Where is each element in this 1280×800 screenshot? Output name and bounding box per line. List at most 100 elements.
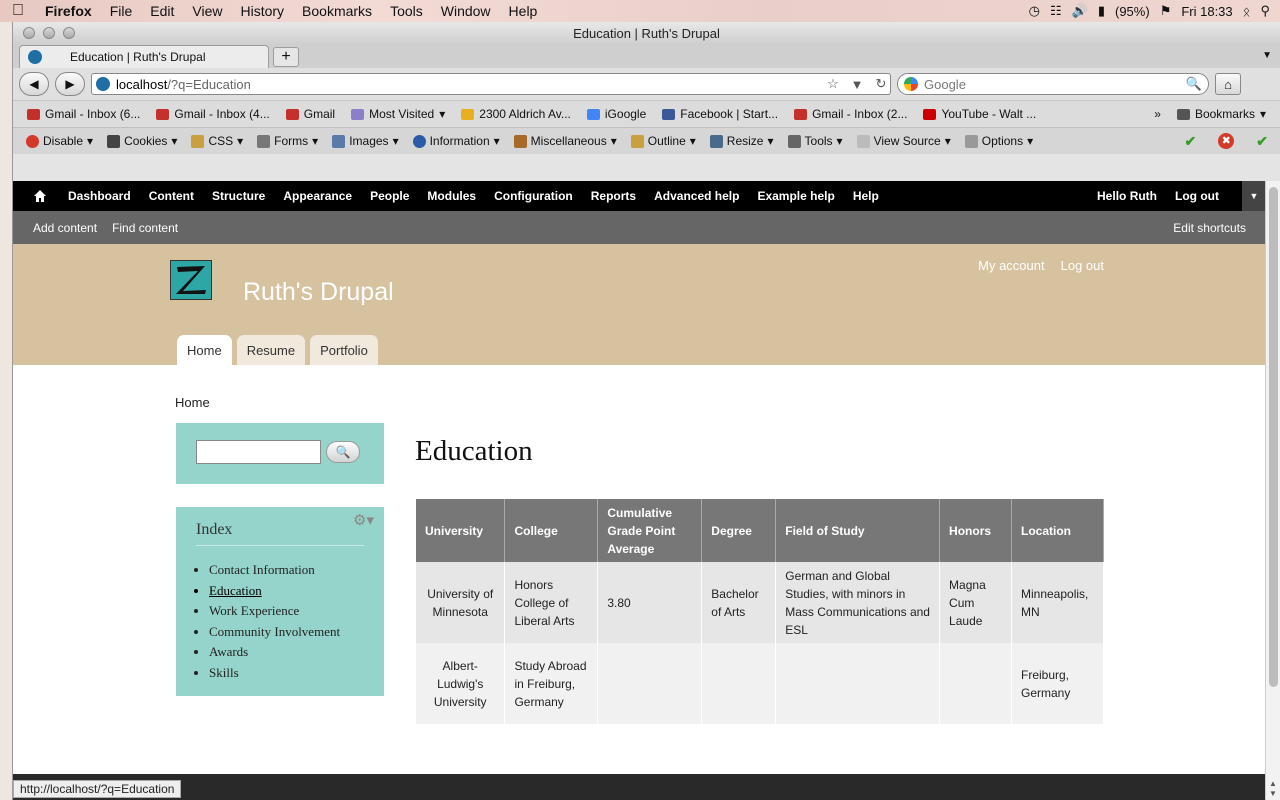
menu-bookmarks[interactable]: Bookmarks (293, 3, 381, 19)
admin-dashboard[interactable]: Dashboard (59, 189, 140, 203)
dev-tools[interactable]: Tools ▾ (781, 134, 850, 148)
back-button[interactable]: ◀ (19, 72, 49, 96)
dev-forms[interactable]: Forms ▾ (250, 134, 325, 148)
admin-configuration[interactable]: Configuration (485, 189, 582, 203)
bookmark-gmail-2[interactable]: Gmail - Inbox (4... (148, 107, 277, 121)
scroll-up-arrow-icon[interactable]: ▲ (1269, 779, 1277, 788)
url-bar[interactable]: localhost/?q=Education ☆ ▼ ↻ (91, 73, 891, 95)
home-button[interactable]: ⌂ (1215, 73, 1241, 95)
flag-icon[interactable]: ⚑ (1160, 3, 1172, 19)
forward-button[interactable]: ▶ (55, 72, 85, 96)
admin-hello-user[interactable]: Hello Ruth (1088, 189, 1166, 203)
js-error-icon[interactable]: ✖ (1218, 132, 1235, 149)
scroll-down-arrow-icon[interactable]: ▼ (1269, 789, 1277, 798)
dev-miscellaneous[interactable]: Miscellaneous ▾ (507, 134, 624, 148)
breadcrumb[interactable]: Home (175, 395, 210, 410)
bookmark-facebook[interactable]: Facebook | Start... (654, 107, 786, 121)
new-tab-button[interactable]: + (273, 47, 299, 67)
menu-help[interactable]: Help (500, 3, 547, 19)
url-history-dropdown-icon[interactable]: ▼ (848, 77, 866, 92)
admin-people[interactable]: People (361, 189, 418, 203)
index-item-education[interactable]: Education (209, 581, 340, 602)
dev-outline[interactable]: Outline ▾ (624, 134, 703, 148)
dev-disable[interactable]: Disable ▾ (19, 134, 100, 148)
admin-example-help[interactable]: Example help (748, 189, 843, 203)
bluetooth-icon[interactable]: ᛟ (1243, 4, 1251, 19)
home-icon: ⌂ (1224, 76, 1232, 92)
index-item-contact-information[interactable]: Contact Information (209, 560, 340, 581)
menu-tools[interactable]: Tools (381, 3, 432, 19)
css-valid-check-icon[interactable]: ✔ (1185, 133, 1197, 150)
menu-view[interactable]: View (183, 3, 231, 19)
tab-list-icon[interactable]: ▼ (1262, 50, 1272, 61)
clock[interactable]: Fri 18:33 (1181, 4, 1232, 19)
index-item-awards[interactable]: Awards (209, 642, 340, 663)
site-name[interactable]: Ruth's Drupal (243, 278, 394, 307)
site-identity-icon[interactable] (96, 77, 110, 91)
scrollbar-thumb[interactable] (1269, 187, 1278, 687)
index-item-skills[interactable]: Skills (209, 663, 340, 684)
admin-advanced-help[interactable]: Advanced help (645, 189, 748, 203)
my-account-link[interactable]: My account (978, 258, 1044, 273)
bookmark-most-visited[interactable]: Most Visited ▾ (343, 107, 453, 121)
admin-content[interactable]: Content (140, 189, 203, 203)
page-scrollbar[interactable]: ▲ ▼ (1265, 181, 1280, 800)
menu-history[interactable]: History (231, 3, 293, 19)
shortcut-add-content[interactable]: Add content (33, 221, 112, 235)
wifi-icon[interactable]: ☷ (1050, 3, 1062, 19)
site-search-button[interactable]: 🔍 (326, 441, 360, 463)
dev-css[interactable]: CSS ▾ (184, 134, 250, 148)
spotlight-icon[interactable]: ⚲ (1260, 3, 1270, 19)
dev-information[interactable]: Information ▾ (406, 134, 507, 148)
tab-education[interactable]: Education | Ruth's Drupal (19, 45, 269, 68)
dev-images[interactable]: Images ▾ (325, 134, 405, 148)
block-configure-gear-icon[interactable]: ⚙▾ (353, 511, 374, 530)
menu-edit[interactable]: Edit (141, 3, 183, 19)
bookmarks-overflow-chevron[interactable]: » (1154, 107, 1161, 121)
edit-shortcuts-link[interactable]: Edit shortcuts (1173, 221, 1266, 235)
google-engine-icon[interactable] (904, 77, 918, 91)
header-log-out-link[interactable]: Log out (1061, 258, 1104, 273)
reload-icon[interactable]: ↻ (872, 76, 890, 92)
menu-file[interactable]: File (101, 3, 142, 19)
admin-structure[interactable]: Structure (203, 189, 274, 203)
dev-resize[interactable]: Resize ▾ (703, 134, 781, 148)
dev-cookies[interactable]: Cookies ▾ (100, 134, 184, 148)
admin-help[interactable]: Help (844, 189, 888, 203)
bookmark-gmail-4[interactable]: Gmail - Inbox (2... (786, 107, 915, 121)
main-menu-resume[interactable]: Resume (236, 335, 306, 365)
shortcut-find-content[interactable]: Find content (112, 221, 193, 235)
apple-menu-icon[interactable]:  (0, 2, 36, 20)
shortcuts-toggle-icon[interactable]: ▼ (1242, 181, 1266, 211)
index-list: Contact Information Education Work Exper… (209, 560, 340, 684)
bookmark-gmail-3[interactable]: Gmail (278, 107, 343, 121)
admin-appearance[interactable]: Appearance (274, 189, 361, 203)
app-menu-firefox[interactable]: Firefox (36, 3, 101, 19)
url-text[interactable]: localhost/?q=Education (116, 77, 818, 92)
site-logo[interactable] (170, 260, 212, 300)
bookmark-aldrich[interactable]: 2300 Aldrich Av... (453, 107, 579, 121)
main-menu-portfolio[interactable]: Portfolio (310, 335, 378, 365)
admin-log-out[interactable]: Log out (1166, 189, 1228, 203)
search-bar[interactable]: Google 🔍 (897, 73, 1209, 95)
html-valid-check-icon[interactable]: ✔ (1256, 133, 1268, 150)
bookmark-star-icon[interactable]: ☆ (824, 76, 842, 92)
site-search-input[interactable] (196, 440, 321, 464)
menu-window[interactable]: Window (432, 3, 500, 19)
volume-icon[interactable]: 🔊 (1072, 3, 1088, 19)
index-item-work-experience[interactable]: Work Experience (209, 601, 340, 622)
main-menu-home[interactable]: Home (177, 335, 232, 365)
dev-view-source[interactable]: View Source ▾ (850, 134, 958, 148)
time-machine-icon[interactable]: ◷ (1029, 3, 1040, 19)
index-item-community-involvement[interactable]: Community Involvement (209, 622, 340, 643)
dev-options[interactable]: Options ▾ (958, 134, 1040, 148)
battery-icon[interactable]: ▮ (1098, 3, 1105, 19)
admin-home-icon[interactable] (33, 189, 47, 203)
bookmarks-menu-button[interactable]: Bookmarks ▾ (1169, 107, 1274, 121)
search-icon[interactable]: 🔍 (1186, 76, 1202, 92)
bookmark-igoogle[interactable]: iGoogle (579, 107, 654, 121)
admin-modules[interactable]: Modules (418, 189, 485, 203)
bookmark-gmail-1[interactable]: Gmail - Inbox (6... (19, 107, 148, 121)
bookmark-youtube[interactable]: YouTube - Walt ... (915, 107, 1044, 121)
admin-reports[interactable]: Reports (582, 189, 645, 203)
